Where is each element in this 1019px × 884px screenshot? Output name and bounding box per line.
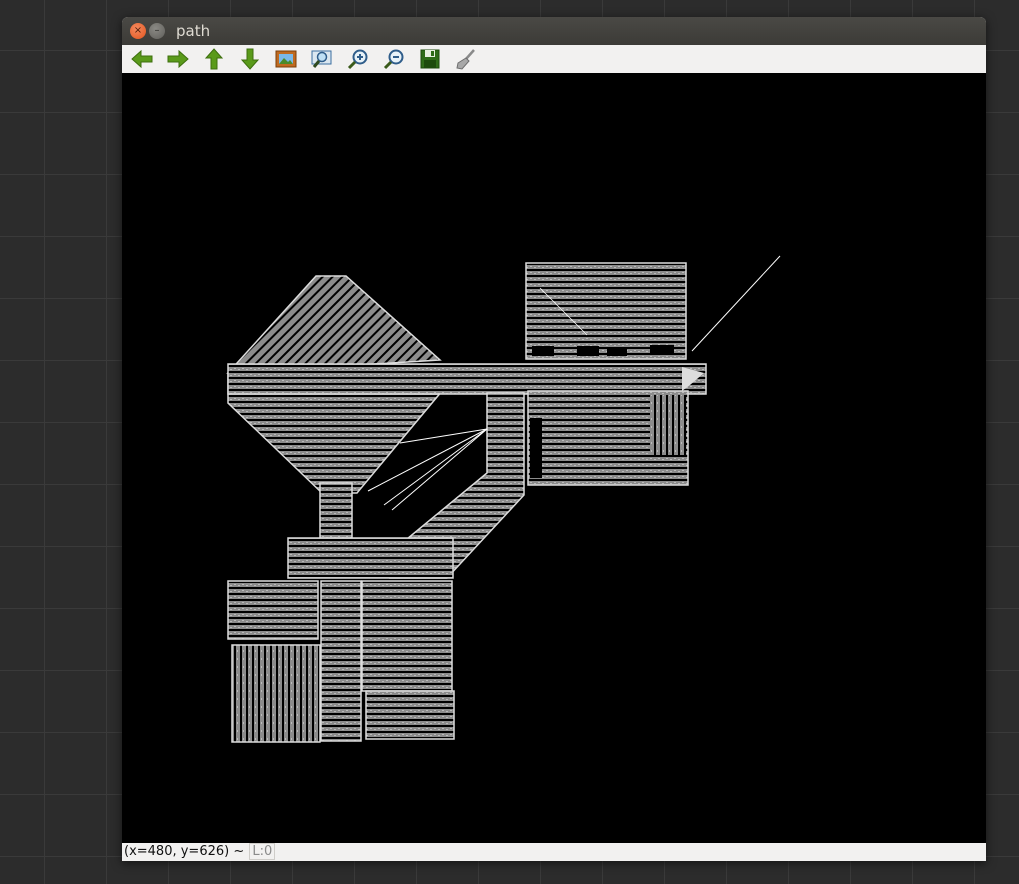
zoom-out-icon (383, 49, 404, 70)
zoom-in-icon (347, 49, 368, 70)
arrow-right-icon (167, 49, 189, 69)
region-corridor (227, 363, 707, 395)
level-readout: L:0 (249, 843, 276, 860)
window-title: path (176, 22, 211, 40)
arrow-up-icon (204, 48, 224, 70)
brush-icon (456, 49, 475, 70)
coords-readout: (x=480, y=626) ~ (124, 844, 245, 859)
minimize-icon: – (154, 25, 160, 36)
path-map (226, 255, 781, 743)
region-room-right (527, 390, 689, 486)
image-canvas[interactable] (122, 73, 986, 843)
arrow-left-icon (131, 49, 153, 69)
pan-left-button[interactable] (127, 47, 157, 71)
arrow-down-icon (240, 48, 260, 70)
zoom-in-button[interactable] (343, 47, 373, 71)
region-connector (287, 537, 454, 579)
properties-button[interactable] (451, 47, 481, 71)
pan-up-button[interactable] (199, 47, 229, 71)
save-icon (420, 49, 440, 69)
zoom-original-button[interactable] (271, 47, 301, 71)
region-room-bottom-left (227, 580, 455, 743)
image-window: × – path (x=480, y=626) ~ L:0 (122, 17, 986, 861)
zoom-fit-button[interactable] (307, 47, 337, 71)
zoom-select-icon (311, 50, 332, 68)
region-stem (319, 482, 353, 544)
region-room-top-right (525, 262, 687, 360)
close-icon: × (133, 25, 143, 36)
pan-down-button[interactable] (235, 47, 265, 71)
title-bar[interactable]: × – path (122, 17, 986, 45)
image-icon (275, 50, 297, 68)
toolbar (122, 45, 986, 74)
pan-right-button[interactable] (163, 47, 193, 71)
status-coords: (x=480, y=626) ~ L:0 (124, 843, 276, 861)
close-button[interactable]: × (130, 23, 146, 39)
status-bar: (x=480, y=626) ~ L:0 (122, 843, 986, 861)
zoom-out-button[interactable] (379, 47, 409, 71)
minimize-button[interactable]: – (149, 23, 165, 39)
save-image-button[interactable] (415, 47, 445, 71)
